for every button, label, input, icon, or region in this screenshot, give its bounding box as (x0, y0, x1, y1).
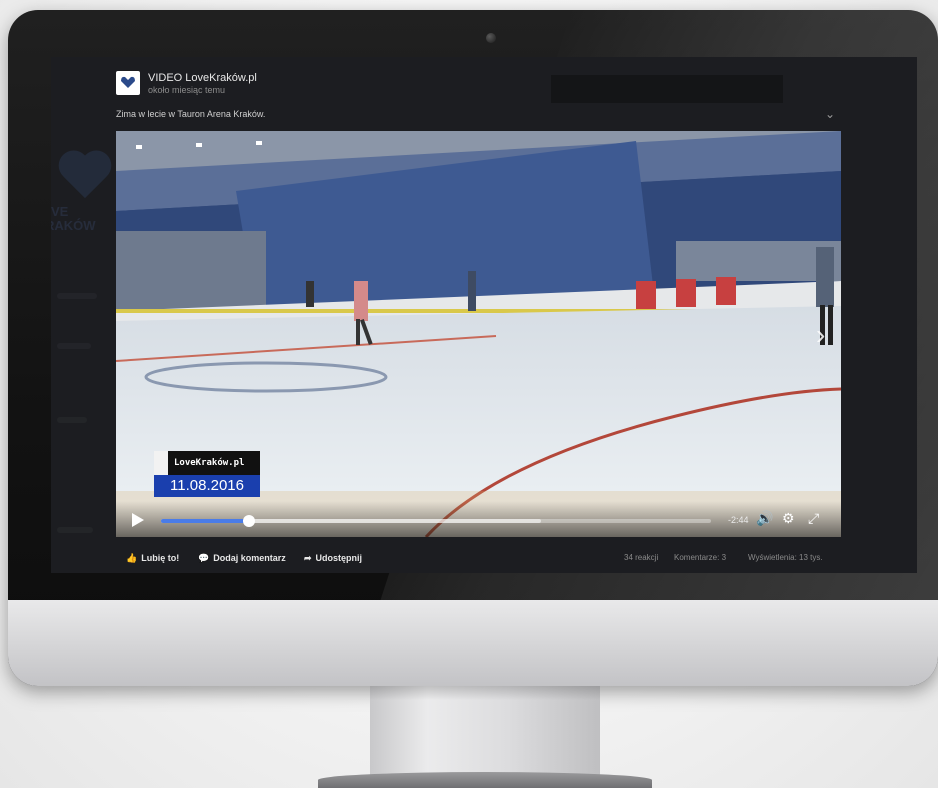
post-action-bar: 👍 Lubię to! 💬 Dodaj komentarz ➦ Udostępnij … (116, 553, 841, 569)
gear-icon[interactable]: ⚙ (782, 511, 795, 525)
background-text-line (57, 293, 97, 299)
monitor-chin (8, 600, 938, 686)
share-button[interactable]: ➦ Udostępnij (304, 553, 362, 564)
background-logo-text-1: VE (51, 204, 69, 219)
camera-icon (486, 33, 496, 43)
thumbs-up-icon: 👍 (126, 553, 138, 563)
page-avatar[interactable] (116, 71, 140, 95)
video-watermark: LoveKraków.pl 11.08.2016 (154, 451, 260, 497)
share-label: Udostępnij (315, 553, 363, 563)
post-timestamp[interactable]: około miesiąc temu (148, 85, 225, 95)
time-remaining: -2:44 (728, 515, 749, 525)
next-video-chevron-right-icon[interactable]: › (816, 319, 825, 351)
comment-label: Dodaj komentarz (213, 553, 286, 563)
background-logo-text-2: RAKÓW (51, 218, 96, 233)
background-logo: VE RAKÓW (51, 152, 111, 262)
share-arrow-icon: ➦ (304, 553, 312, 563)
like-label: Lubię to! (141, 553, 180, 563)
video-player[interactable]: › LoveKraków.pl 11.08.2016 -2:44 🔊 ⚙ ⤢ (116, 131, 841, 537)
background-text-line (57, 417, 87, 423)
monitor-base (318, 772, 652, 788)
monitor-frame: VE RAKÓW VIDEO LoveKraków.pl około miesi… (8, 10, 938, 686)
heart-icon (55, 152, 115, 202)
monitor-stand (370, 686, 600, 778)
play-icon[interactable] (132, 513, 144, 527)
watermark-date: 11.08.2016 (154, 475, 260, 497)
progress-knob[interactable] (243, 515, 255, 527)
comment-icon: 💬 (198, 553, 210, 563)
browser-screen: VE RAKÓW VIDEO LoveKraków.pl około miesi… (51, 57, 917, 573)
background-text-line (57, 527, 93, 533)
video-controls: -2:44 🔊 ⚙ ⤢ (116, 501, 841, 537)
page-name-link[interactable]: VIDEO LoveKraków.pl (148, 72, 257, 84)
post-text: Zima w lecie w Tauron Arena Kraków. (116, 109, 266, 119)
background-banner (551, 75, 783, 103)
comment-button[interactable]: 💬 Dodaj komentarz (198, 553, 286, 564)
comments-count[interactable]: Komentarze: 3 (674, 553, 726, 562)
volume-icon[interactable]: 🔊 (756, 511, 773, 525)
fullscreen-icon[interactable]: ⤢ (808, 511, 819, 525)
reactions-count[interactable]: 34 reakcji (624, 553, 658, 562)
watermark-square (154, 451, 168, 475)
played-bar (161, 519, 249, 523)
like-button[interactable]: 👍 Lubię to! (126, 553, 179, 564)
lovekrakow-logo-icon (121, 76, 135, 88)
watermark-brand: LoveKraków.pl (174, 458, 245, 468)
stage: VE RAKÓW VIDEO LoveKraków.pl około miesi… (0, 0, 938, 788)
progress-bar[interactable] (161, 515, 711, 527)
views-count: Wyświetlenia: 13 tys. (748, 553, 823, 562)
chevron-down-icon[interactable]: ⌄ (825, 107, 835, 121)
background-text-line (57, 343, 91, 349)
